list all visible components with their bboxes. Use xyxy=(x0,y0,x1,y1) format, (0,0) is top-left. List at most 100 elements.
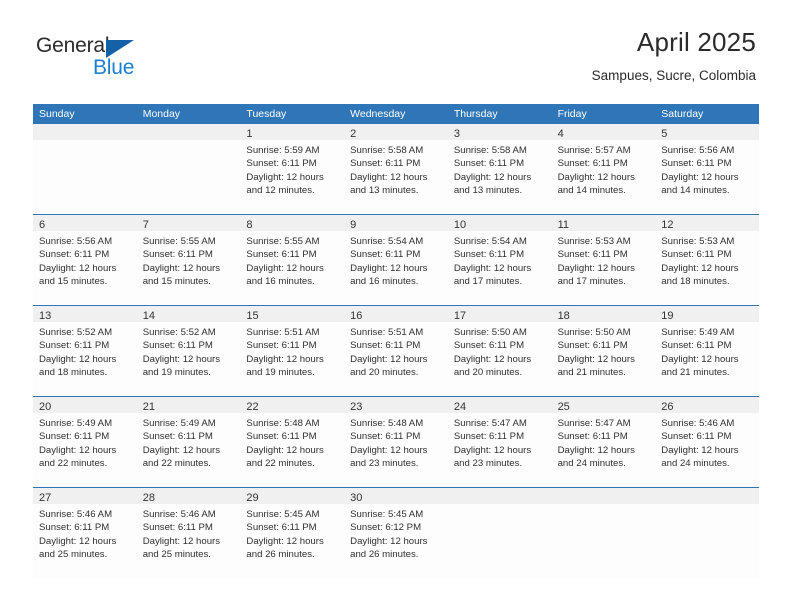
day-number: 26 xyxy=(661,401,674,413)
day-number: 9 xyxy=(350,219,357,231)
day-cell-21[interactable]: 21 Sunrise: 5:49 AM Sunset: 6:11 PM Dayligh… xyxy=(136,397,241,487)
day-detail-line: and 22 minutes. xyxy=(142,458,211,470)
day-detail-line: and 16 minutes. xyxy=(350,276,419,288)
day-detail-line: Sunset: 6:11 PM xyxy=(350,249,421,261)
day-number-band: 2 xyxy=(344,124,448,140)
day-detail-line: Sunset: 6:11 PM xyxy=(142,340,213,352)
day-cell-29[interactable]: 29 Sunrise: 5:45 AM Sunset: 6:11 PM Dayligh… xyxy=(240,488,345,578)
day-detail-line: and 16 minutes. xyxy=(246,276,315,288)
day-cell-28[interactable]: 28 Sunrise: 5:46 AM Sunset: 6:11 PM Dayligh… xyxy=(136,488,241,578)
day-cell-details xyxy=(552,504,656,508)
day-detail-line: Sunset: 6:11 PM xyxy=(246,522,317,534)
day-detail-line: Sunset: 6:11 PM xyxy=(246,158,317,170)
day-cell-27[interactable]: 27 Sunrise: 5:46 AM Sunset: 6:11 PM Dayligh… xyxy=(33,488,137,578)
day-cell-4[interactable]: 4 Sunrise: 5:57 AM Sunset: 6:11 PM Daylight… xyxy=(551,124,656,214)
day-cell-details: Sunrise: 5:59 AM Sunset: 6:11 PM Daylight:… xyxy=(240,140,344,198)
day-cell-30[interactable]: 30 Sunrise: 5:45 AM Sunset: 6:12 PM Dayligh… xyxy=(344,488,448,578)
day-detail-line: Sunrise: 5:55 AM xyxy=(142,236,216,247)
day-cell-22[interactable]: 22 Sunrise: 5:48 AM Sunset: 6:11 PM Dayligh… xyxy=(240,397,345,487)
day-cell-13[interactable]: 13 Sunrise: 5:52 AM Sunset: 6:11 PM Dayligh… xyxy=(33,306,137,396)
day-detail-line: Daylight: 12 hours xyxy=(350,171,428,183)
day-cell-11[interactable]: 11 Sunrise: 5:53 AM Sunset: 6:11 PM Dayligh… xyxy=(551,215,656,305)
day-cell-3[interactable]: 3 Sunrise: 5:58 AM Sunset: 6:11 PM Daylight… xyxy=(447,124,552,214)
day-number: 11 xyxy=(557,219,569,231)
day-detail-line: and 23 minutes. xyxy=(350,458,419,470)
day-detail-line: Daylight: 12 hours xyxy=(350,535,428,547)
day-detail-line: Sunset: 6:11 PM xyxy=(142,522,213,534)
day-cell-26[interactable]: 26 Sunrise: 5:46 AM Sunset: 6:11 PM Dayligh… xyxy=(655,397,759,487)
day-cell-15[interactable]: 15 Sunrise: 5:51 AM Sunset: 6:11 PM Dayligh… xyxy=(240,306,345,396)
day-cell-20[interactable]: 20 Sunrise: 5:49 AM Sunset: 6:11 PM Dayligh… xyxy=(33,397,137,487)
day-number-band: 21 xyxy=(136,397,241,413)
day-cell-16[interactable]: 16 Sunrise: 5:51 AM Sunset: 6:11 PM Dayligh… xyxy=(344,306,448,396)
day-detail-line: Sunrise: 5:46 AM xyxy=(661,418,735,429)
day-cell-empty xyxy=(655,488,759,578)
day-number: 30 xyxy=(350,492,363,504)
day-detail-line: Daylight: 12 hours xyxy=(246,535,324,547)
day-cell-19[interactable]: 19 Sunrise: 5:49 AM Sunset: 6:11 PM Dayligh… xyxy=(655,306,759,396)
day-detail-line: Daylight: 12 hours xyxy=(661,444,739,456)
day-detail-line: Sunset: 6:11 PM xyxy=(557,431,628,443)
day-detail-line: Sunrise: 5:54 AM xyxy=(453,236,527,247)
day-number-band: 30 xyxy=(344,488,448,504)
day-number: 8 xyxy=(246,219,253,231)
day-detail-line: and 24 minutes. xyxy=(557,458,626,470)
day-number-band: 7 xyxy=(136,215,241,231)
day-cell-details: Sunrise: 5:47 AM Sunset: 6:11 PM Daylight:… xyxy=(552,413,656,471)
day-number-band: 16 xyxy=(344,306,448,322)
day-number: 24 xyxy=(453,401,467,413)
day-detail-line: and 26 minutes. xyxy=(246,549,315,561)
day-cell-details xyxy=(655,504,759,508)
day-detail-line: Sunset: 6:11 PM xyxy=(350,431,421,443)
day-number: 5 xyxy=(661,128,668,140)
day-detail-line: Sunset: 6:11 PM xyxy=(557,249,628,261)
day-number-band: 6 xyxy=(33,215,137,231)
day-cell-details: Sunrise: 5:51 AM Sunset: 6:11 PM Daylight:… xyxy=(240,322,344,380)
day-cell-12[interactable]: 12 Sunrise: 5:53 AM Sunset: 6:11 PM Dayligh… xyxy=(655,215,759,305)
day-number: 14 xyxy=(142,310,155,322)
calendar-grid: Sunday Monday Tuesday Wednesday Thursday Frid… xyxy=(33,104,759,578)
day-detail-line: Sunrise: 5:48 AM xyxy=(246,418,320,429)
day-detail-line: Sunrise: 5:49 AM xyxy=(661,327,735,338)
day-detail-line: Daylight: 12 hours xyxy=(350,262,428,274)
day-cell-14[interactable]: 14 Sunrise: 5:52 AM Sunset: 6:11 PM Dayligh… xyxy=(136,306,241,396)
day-number-band: 9 xyxy=(344,215,448,231)
day-cell-1[interactable]: 1 Sunrise: 5:59 AM Sunset: 6:11 PM Daylight… xyxy=(240,124,345,214)
day-cell-2[interactable]: 2 Sunrise: 5:58 AM Sunset: 6:11 PM Daylight… xyxy=(344,124,448,214)
day-detail-line: Sunrise: 5:52 AM xyxy=(142,327,216,338)
day-cell-8[interactable]: 8 Sunrise: 5:55 AM Sunset: 6:11 PM Daylight… xyxy=(240,215,345,305)
weekday-header-monday: Monday xyxy=(142,108,181,120)
day-number: 18 xyxy=(557,310,570,322)
day-cell-9[interactable]: 9 Sunrise: 5:54 AM Sunset: 6:11 PM Daylight… xyxy=(344,215,448,305)
day-detail-line: Sunrise: 5:51 AM xyxy=(246,327,320,338)
day-number-band: 3 xyxy=(447,124,552,140)
day-number-band: 26 xyxy=(655,397,759,413)
day-detail-line: and 17 minutes. xyxy=(557,276,626,288)
day-cell-10[interactable]: 10 Sunrise: 5:54 AM Sunset: 6:11 PM Dayligh… xyxy=(447,215,552,305)
day-detail-line: and 25 minutes. xyxy=(39,549,108,561)
day-cell-23[interactable]: 23 Sunrise: 5:48 AM Sunset: 6:11 PM Dayligh… xyxy=(344,397,448,487)
day-detail-line: Daylight: 12 hours xyxy=(246,353,324,365)
page-title: April 2025 xyxy=(636,27,756,57)
day-cell-17[interactable]: 17 Sunrise: 5:50 AM Sunset: 6:11 PM Dayligh… xyxy=(447,306,552,396)
day-cell-6[interactable]: 6 Sunrise: 5:56 AM Sunset: 6:11 PM Daylight… xyxy=(33,215,137,305)
day-number-band: 14 xyxy=(136,306,241,322)
day-number: 23 xyxy=(350,401,363,413)
day-detail-line: and 21 minutes. xyxy=(661,367,730,379)
day-detail-line: Sunrise: 5:50 AM xyxy=(557,327,631,338)
day-number: 25 xyxy=(557,401,570,413)
day-cell-5[interactable]: 5 Sunrise: 5:56 AM Sunset: 6:11 PM Daylight… xyxy=(655,124,759,214)
day-cell-details: Sunrise: 5:49 AM Sunset: 6:11 PM Daylight:… xyxy=(655,322,759,380)
day-detail-line: Sunset: 6:11 PM xyxy=(350,158,421,170)
day-detail-line: and 19 minutes. xyxy=(246,367,315,379)
day-cell-details: Sunrise: 5:56 AM Sunset: 6:11 PM Daylight:… xyxy=(655,140,759,198)
day-cell-24[interactable]: 24 Sunrise: 5:47 AM Sunset: 6:11 PM Dayligh… xyxy=(447,397,552,487)
day-cell-25[interactable]: 25 Sunrise: 5:47 AM Sunset: 6:11 PM Dayligh… xyxy=(551,397,656,487)
logo-text-blue: Blue xyxy=(93,56,135,79)
day-cell-details: Sunrise: 5:55 AM Sunset: 6:11 PM Daylight:… xyxy=(137,231,241,289)
general-blue-logo[interactable]: General Blue xyxy=(36,34,156,80)
day-cell-18[interactable]: 18 Sunrise: 5:50 AM Sunset: 6:11 PM Dayligh… xyxy=(551,306,656,396)
day-cell-7[interactable]: 7 Sunrise: 5:55 AM Sunset: 6:11 PM Daylight… xyxy=(136,215,241,305)
day-detail-line: Sunrise: 5:55 AM xyxy=(246,236,320,247)
day-number: 22 xyxy=(246,401,259,413)
